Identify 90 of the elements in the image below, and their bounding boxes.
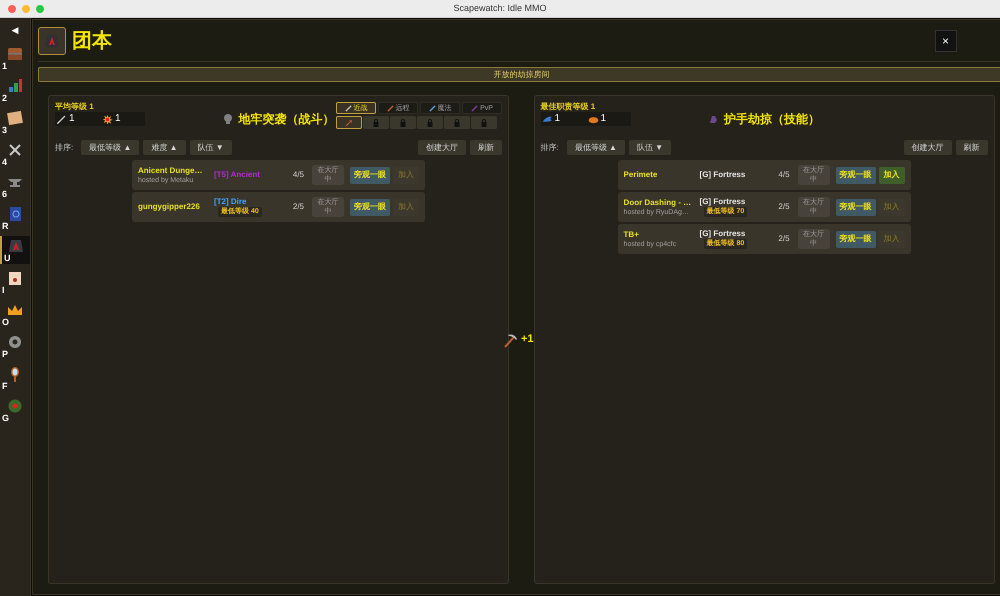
- chest-icon: [6, 45, 24, 63]
- close-window-icon[interactable]: [8, 4, 16, 12]
- minimize-window-icon[interactable]: [22, 4, 30, 12]
- lock-icon: [426, 118, 434, 126]
- sidebar-item[interactable]: 1: [0, 44, 30, 72]
- hotkey-label: I: [2, 286, 5, 295]
- bar-chart-icon: [6, 77, 24, 95]
- spectate-button[interactable]: 旁观一眼: [350, 198, 390, 216]
- action-button[interactable]: 刷新: [470, 140, 502, 155]
- sidebar-item[interactable]: U: [0, 236, 30, 264]
- stat-label: 平均等级 1: [55, 102, 95, 112]
- hotkey-label: 4: [2, 158, 8, 167]
- hotkey-label: O: [2, 318, 10, 327]
- explosion-icon: [102, 114, 113, 124]
- sort-button[interactable]: 最低等级 ▲: [566, 140, 625, 155]
- sidebar-item[interactable]: 3: [0, 108, 30, 136]
- sidebar-item[interactable]: 6: [0, 172, 30, 200]
- panel-title: 地牢突袭（战斗）: [238, 111, 334, 128]
- dungeon-badge-icon: [38, 27, 66, 55]
- sort-label: 排序:: [540, 142, 559, 154]
- lock-icon: [372, 118, 380, 126]
- join-button[interactable]: 加入: [878, 166, 905, 184]
- stat-value: 1: [554, 114, 560, 124]
- member-count: 2/5: [777, 233, 790, 245]
- hotkey-label: 1: [2, 62, 8, 71]
- map-icon: [6, 109, 24, 127]
- tier-label: [G] Fortress: [700, 229, 746, 239]
- panel-title: 护手劫掠（技能）: [724, 111, 820, 128]
- sidebar-item[interactable]: R: [0, 204, 30, 232]
- hotkey-label: R: [2, 222, 8, 231]
- window-title: Scapewatch: Idle MMO: [452, 2, 548, 15]
- spectate-button[interactable]: 旁观一眼: [836, 198, 876, 216]
- letter-icon: [6, 269, 24, 287]
- sidebar-item[interactable]: F: [0, 364, 30, 392]
- lock-icon: [399, 118, 407, 126]
- member-count: 4/5: [292, 169, 304, 181]
- action-button[interactable]: 创建大厅: [904, 140, 952, 155]
- settings-icon: [6, 333, 24, 351]
- loadout-slot[interactable]: [336, 116, 362, 129]
- hotkey-label: G: [2, 414, 10, 423]
- pickaxe-icon: [503, 332, 519, 348]
- zoom-window-icon[interactable]: [36, 4, 44, 12]
- hotkey-label: 3: [2, 126, 8, 135]
- member-count: 4/5: [777, 169, 790, 181]
- sort-button[interactable]: 队伍 ▼: [190, 140, 232, 155]
- wreath-icon: [6, 397, 24, 415]
- sidebar-item[interactable]: G: [0, 396, 30, 424]
- sidebar-item[interactable]: 4: [0, 140, 30, 168]
- lobby-name: Door Dashing - …: [624, 198, 692, 208]
- close-button[interactable]: ×: [934, 30, 957, 52]
- bonus-count: +1: [521, 332, 534, 348]
- lobby-name: TB+: [624, 230, 640, 240]
- dungeon-badge-icon: [7, 237, 25, 255]
- sort-label: 排序:: [55, 142, 74, 154]
- hotkey-label: 2: [2, 94, 8, 103]
- tier-label: [T5] Ancient: [214, 170, 260, 180]
- hotkey-label: F: [2, 382, 8, 391]
- back-button[interactable]: ◀: [2, 24, 28, 36]
- member-count: 2/5: [777, 201, 790, 213]
- action-button[interactable]: 刷新: [956, 140, 988, 155]
- spectate-button[interactable]: 旁观一眼: [836, 166, 876, 184]
- tier-label: [G] Fortress: [700, 197, 746, 207]
- spectate-button[interactable]: 旁观一眼: [836, 230, 876, 248]
- sidebar-item[interactable]: 2: [0, 76, 30, 104]
- hotkey-label: P: [2, 350, 8, 359]
- stat-value: 1: [115, 114, 121, 124]
- stat-label: 最佳职责等级 1: [540, 102, 596, 112]
- page-title: 团本: [72, 29, 113, 54]
- lobby-name: Perimete: [624, 170, 658, 180]
- tier-label: [T2] Dire: [214, 197, 246, 207]
- stat-value: 1: [69, 114, 75, 124]
- sort-button[interactable]: 难度 ▲: [143, 140, 186, 155]
- lobby-name: Anicent Dunge…: [138, 166, 204, 176]
- sidebar-item[interactable]: I: [0, 268, 30, 296]
- lock-icon: [480, 118, 488, 126]
- rooms-banner: 开放的劫掠房间: [38, 67, 1000, 82]
- hotkey-label: U: [4, 254, 10, 263]
- lobby-name: gungygipper226: [138, 202, 201, 212]
- sort-button[interactable]: 最低等级 ▲: [81, 140, 140, 155]
- hotkey-label: 6: [2, 190, 8, 199]
- tier-label: [G] Fortress: [700, 170, 746, 180]
- member-count: 2/5: [292, 201, 304, 213]
- fish-icon: [542, 114, 553, 124]
- action-button[interactable]: 创建大厅: [418, 140, 466, 155]
- sort-button[interactable]: 队伍 ▼: [628, 140, 672, 155]
- sidebar-item[interactable]: O: [0, 300, 30, 328]
- sidebar-item[interactable]: P: [0, 332, 30, 360]
- lock-icon: [453, 118, 461, 126]
- spectate-button[interactable]: 旁观一眼: [350, 166, 390, 184]
- stat-value: 1: [600, 114, 606, 124]
